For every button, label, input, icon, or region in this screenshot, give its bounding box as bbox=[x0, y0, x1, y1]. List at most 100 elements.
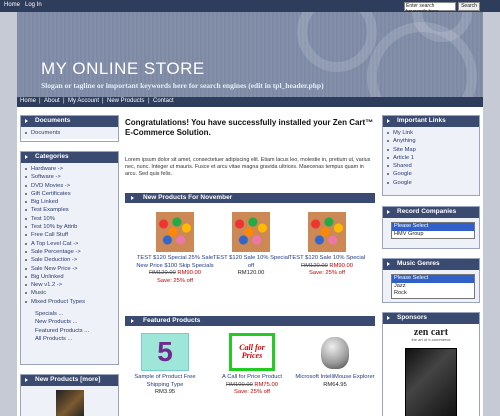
product-name[interactable]: A Call for Price Product bbox=[212, 374, 292, 382]
product-name[interactable]: TEST $120 Sale 10% Special off bbox=[211, 255, 291, 270]
product-card[interactable]: 5 Sample of Product Free Shipping Type R… bbox=[125, 333, 205, 397]
category-item[interactable]: Big Linked bbox=[24, 198, 115, 206]
sponsor-book-image[interactable] bbox=[405, 348, 457, 416]
category-item[interactable]: Free Call Stuff bbox=[24, 231, 115, 239]
bullet-icon bbox=[387, 156, 389, 159]
chevron-right-icon bbox=[25, 119, 28, 123]
category-item[interactable]: DVD Movies -> bbox=[24, 182, 115, 190]
bullet-icon bbox=[25, 176, 27, 179]
product-image[interactable] bbox=[232, 212, 270, 252]
discount-label: Save: 25% off bbox=[157, 277, 193, 284]
select-option[interactable]: Please Select bbox=[392, 223, 474, 231]
sidebox-header: Music Genres bbox=[383, 259, 479, 270]
old-price: RM120.00 bbox=[149, 270, 176, 276]
nav-about[interactable]: About bbox=[44, 98, 60, 104]
search-button[interactable]: Search bbox=[458, 2, 480, 11]
category-item[interactable]: A Top Level Cat -> bbox=[24, 240, 115, 248]
nav-contact[interactable]: Contact bbox=[153, 98, 174, 104]
list-item[interactable]: Documents bbox=[24, 129, 115, 137]
product-name[interactable]: TEST $120 Special 25% Sale New Price $10… bbox=[135, 255, 215, 270]
product-image[interactable] bbox=[308, 212, 346, 252]
bullet-icon bbox=[25, 192, 27, 195]
nav-new-products[interactable]: New Products bbox=[107, 98, 144, 104]
category-item[interactable]: Sale Percentage -> bbox=[24, 248, 115, 256]
category-item[interactable]: Gift Certificates bbox=[24, 190, 115, 198]
select-option[interactable]: HMV Group bbox=[392, 231, 474, 239]
price: RM3.95 bbox=[154, 389, 176, 395]
sidebox-header[interactable]: New Products [more] bbox=[21, 375, 118, 386]
store-tagline: Slogan or tagline or important keywords … bbox=[41, 81, 324, 90]
product-card[interactable]: TEST $120 Sale 10% Special off RM120.00 bbox=[211, 212, 291, 278]
store-header: MY ONLINE STORE Slogan or tagline or imp… bbox=[17, 12, 483, 97]
product-card[interactable]: Microsoft IntelliMouse Explorer RM64.95 bbox=[295, 333, 375, 389]
product-card[interactable]: TEST $120 Special 25% Sale New Price $10… bbox=[135, 212, 215, 285]
sidebox-header: Categories bbox=[21, 152, 118, 163]
main-nav: Home | About | My Account | New Products… bbox=[17, 97, 483, 107]
featured-products-header: Featured Products bbox=[125, 316, 375, 326]
sidebox-record-companies: Record Companies Please Select HMV Group bbox=[382, 206, 480, 249]
category-item[interactable]: Hardware -> bbox=[24, 165, 115, 173]
nav-my-account[interactable]: My Account bbox=[68, 98, 99, 104]
category-item[interactable]: New v1.2 -> bbox=[24, 281, 115, 289]
bullet-icon bbox=[387, 148, 389, 151]
bullet-icon bbox=[25, 267, 27, 270]
old-price: RM100.00 bbox=[226, 381, 253, 388]
bullet-icon bbox=[25, 184, 27, 187]
product-card[interactable]: TEST $120 Sale 10% Special RM120.00 RM90… bbox=[287, 212, 367, 278]
new-products-header: New Products For November bbox=[125, 193, 375, 203]
page-title: Congratulations! You have successfully i… bbox=[125, 118, 374, 137]
link-item[interactable]: Article 1 bbox=[386, 154, 476, 162]
link-item[interactable]: Google bbox=[386, 179, 476, 187]
product-image[interactable] bbox=[311, 333, 359, 371]
product-name[interactable]: Sample of Product Free Shipping Type bbox=[125, 374, 205, 389]
nav-home[interactable]: Home bbox=[20, 98, 36, 104]
link-item[interactable]: Google bbox=[386, 170, 476, 178]
category-item[interactable]: Test 10% bbox=[24, 215, 115, 223]
link-item[interactable]: Anything bbox=[386, 137, 476, 145]
price: RM75.00 bbox=[254, 381, 278, 388]
link-item[interactable]: Shared bbox=[386, 162, 476, 170]
product-name[interactable]: TEST $120 Sale 10% Special bbox=[287, 255, 367, 263]
music-genre-select[interactable]: Please Select Jazz Rock bbox=[391, 274, 475, 299]
category-item[interactable]: Test Examples bbox=[24, 206, 115, 214]
category-extra-link[interactable]: Specials ... bbox=[24, 310, 115, 318]
bullet-icon bbox=[387, 173, 389, 176]
chevron-right-icon bbox=[131, 195, 134, 200]
bullet-icon bbox=[25, 275, 27, 278]
select-option[interactable]: Please Select bbox=[392, 275, 474, 283]
product-card[interactable]: Call for Prices A Call for Price Product… bbox=[212, 333, 292, 397]
category-extra-link[interactable]: New Products ... bbox=[24, 318, 115, 326]
select-option[interactable]: Jazz bbox=[392, 283, 474, 291]
category-item[interactable]: Sale New Price -> bbox=[24, 265, 115, 273]
link-item[interactable]: Site Map bbox=[386, 146, 476, 154]
sidebox-music-genres: Music Genres Please Select Jazz Rock bbox=[382, 258, 480, 303]
sidebox-new-products: New Products [more] bbox=[20, 374, 119, 416]
record-company-select[interactable]: Please Select HMV Group bbox=[391, 222, 475, 239]
bullet-icon bbox=[25, 217, 27, 220]
product-image[interactable]: Call for Prices bbox=[229, 333, 275, 371]
select-option[interactable]: Rock bbox=[392, 290, 474, 298]
category-extra-link[interactable]: Featured Products ... bbox=[24, 327, 115, 335]
chevron-right-icon bbox=[25, 155, 28, 159]
link-item[interactable]: My Link bbox=[386, 129, 476, 137]
product-image[interactable] bbox=[156, 212, 194, 252]
product-name[interactable]: Microsoft IntelliMouse Explorer bbox=[295, 374, 375, 382]
category-item[interactable]: Mixed Product Types bbox=[24, 298, 115, 306]
product-thumbnail[interactable] bbox=[55, 390, 84, 416]
top-login-link[interactable]: Log In bbox=[25, 2, 42, 8]
category-item[interactable]: Big Unlinked bbox=[24, 273, 115, 281]
bullet-icon bbox=[25, 234, 27, 237]
sidebox-sponsors: Sponsors zen cart the art of e-commerce bbox=[382, 312, 480, 416]
category-item[interactable]: Sale Deduction -> bbox=[24, 256, 115, 264]
search-input[interactable]: Enter search keywords here bbox=[404, 2, 456, 15]
product-image[interactable]: 5 bbox=[141, 333, 189, 371]
category-item[interactable]: Software -> bbox=[24, 173, 115, 181]
top-home-link[interactable]: Home bbox=[4, 2, 20, 8]
discount-label: Save: 25% off bbox=[234, 389, 270, 395]
bullet-icon bbox=[387, 140, 389, 143]
category-item[interactable]: Test 10% by Attrib bbox=[24, 223, 115, 231]
category-item[interactable]: Music bbox=[24, 289, 115, 297]
category-extra-link[interactable]: All Products ... bbox=[24, 335, 115, 343]
sidebox-important-links: Important Links My Link Anything Site Ma… bbox=[382, 115, 480, 196]
bullet-icon bbox=[25, 242, 27, 245]
